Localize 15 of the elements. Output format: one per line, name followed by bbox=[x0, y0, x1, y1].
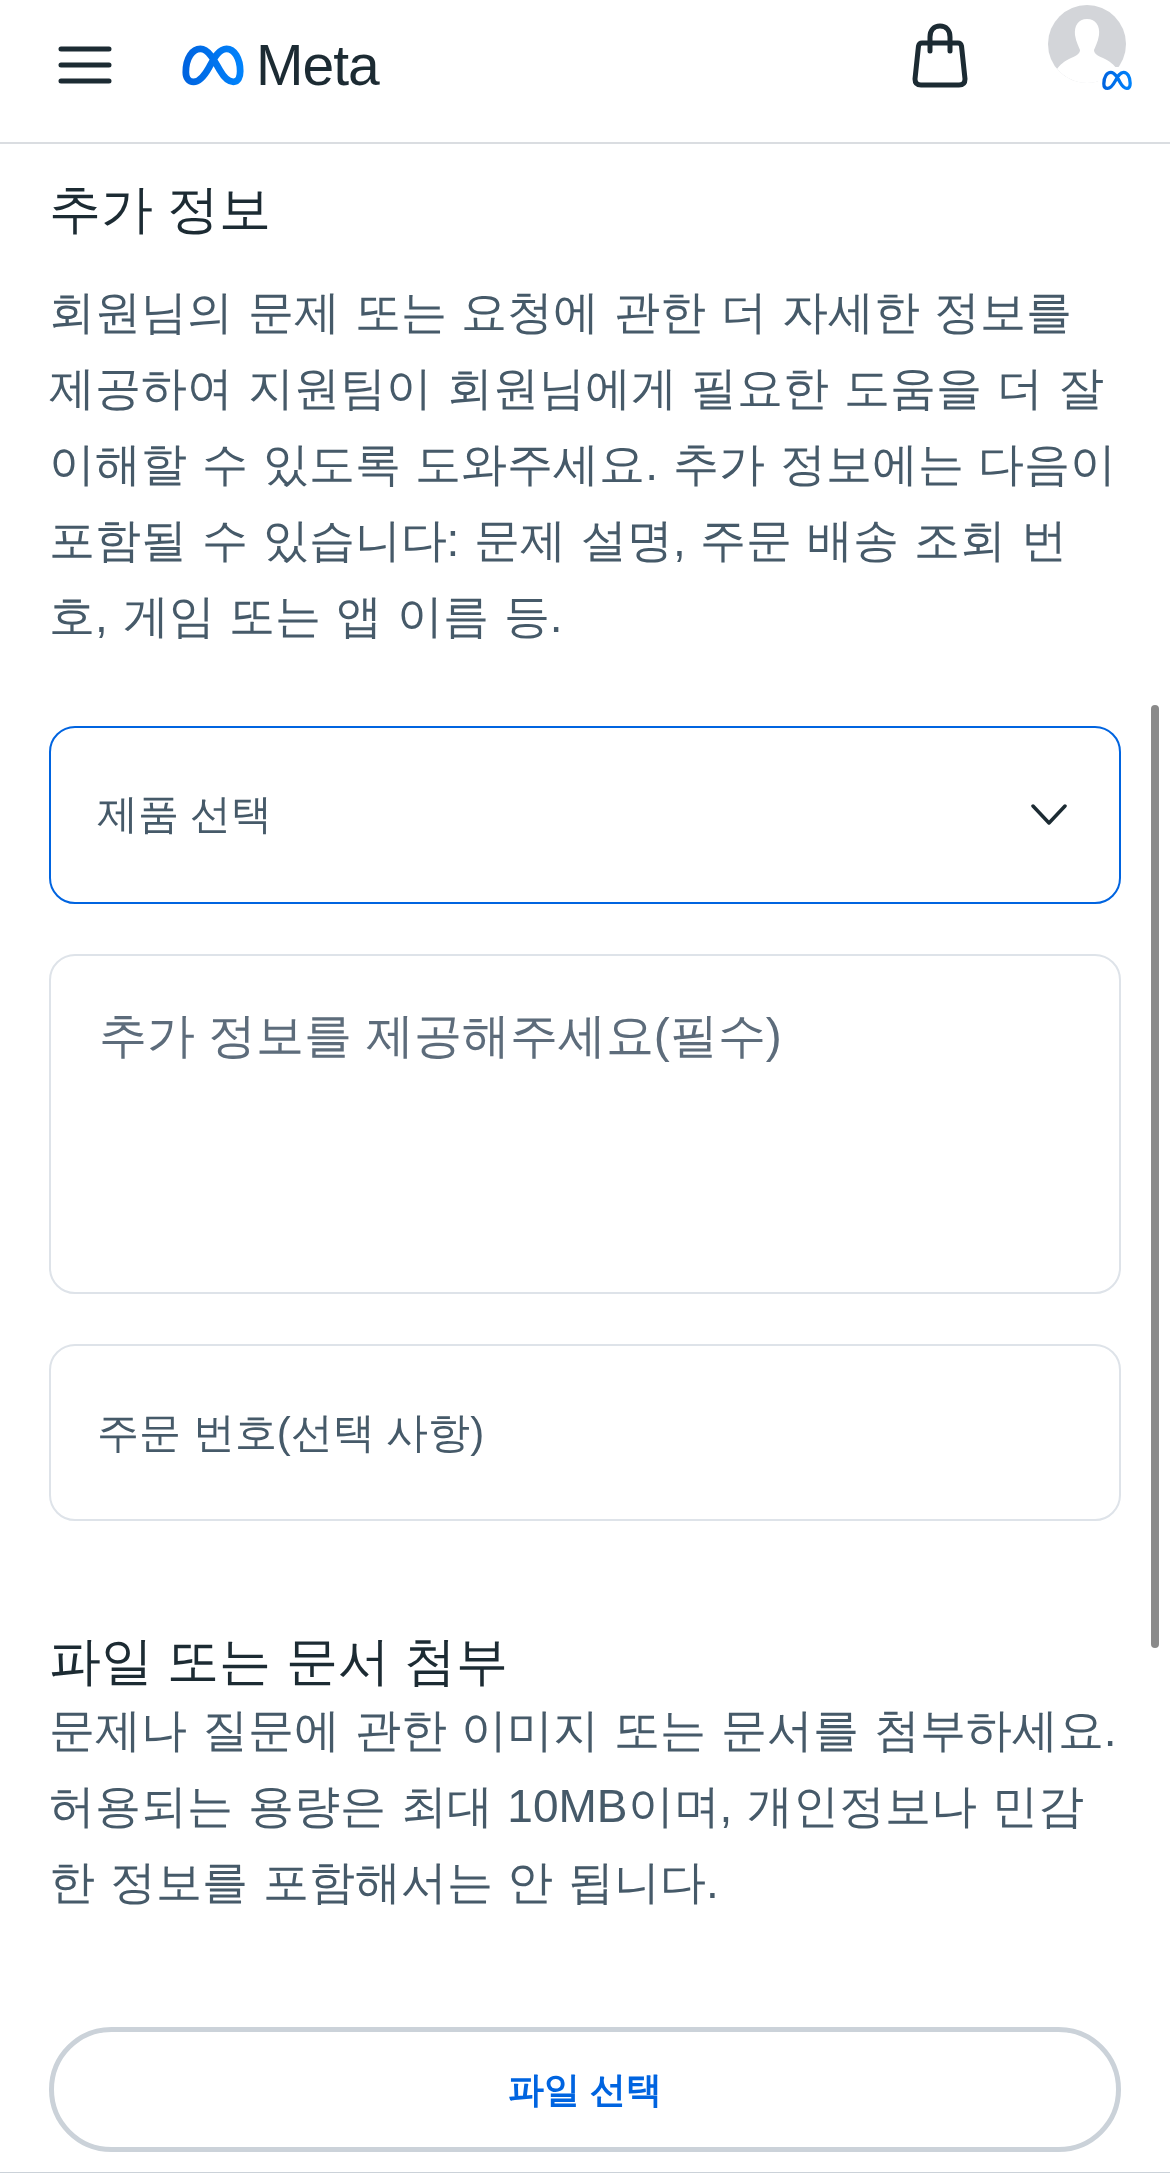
section-description: 문제나 질문에 관한 이미지 또는 문서를 첨부하세요. 허용되는 용량은 최대 10MB이며, 개인정보나 민감한 정보를 포함해서는 안 됩니다. bbox=[49, 1703, 1118, 1910]
section-description: 회원님의 문제 또는 요청에 관한 더 자세한 정보를 제공하여 지원팀이 회원님에게 필요한 도움을 더 잘 이해할 수 있도록 도와주세요. 추가 정보에는 다음이 포함될 수 있습니다: 문제 설명, 주문 배송 조회 번호, 게임 또는 앱 이름 등. bbox=[49, 285, 1118, 644]
scrollbar-thumb[interactable] bbox=[1151, 705, 1159, 1648]
section-title: 추가 정보 bbox=[49, 179, 273, 240]
shopping-bag-icon[interactable] bbox=[912, 23, 968, 89]
chevron-down-icon bbox=[1031, 804, 1067, 826]
section-title: 파일 또는 문서 첨부 bbox=[49, 1631, 510, 1692]
meta-logo[interactable]: Meta bbox=[180, 35, 379, 95]
avatar-icon[interactable] bbox=[1048, 5, 1126, 83]
menu-icon[interactable] bbox=[58, 46, 112, 84]
order-number-field[interactable]: 주문 번호(선택 사항) bbox=[49, 1344, 1121, 1521]
product-select[interactable]: 제품 선택 bbox=[49, 726, 1121, 904]
choose-file-button[interactable]: 파일 선택 bbox=[49, 2027, 1121, 2152]
details-text-area[interactable]: 추가 정보를 제공해주세요(필수) bbox=[49, 954, 1121, 1294]
infinity-logo-icon bbox=[180, 43, 246, 87]
